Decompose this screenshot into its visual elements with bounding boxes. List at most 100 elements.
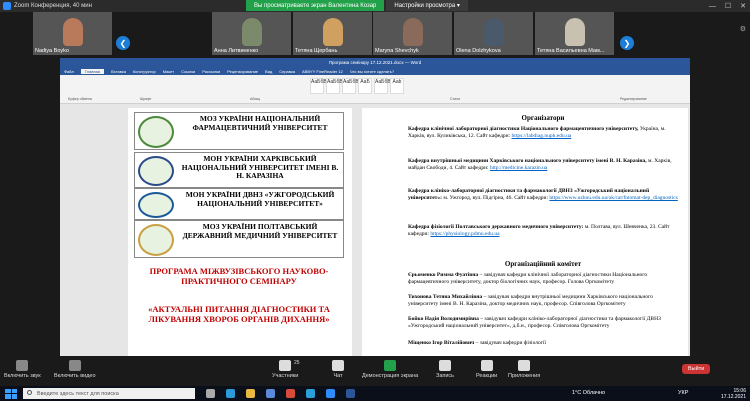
word-tab[interactable]: Что вы хотите сделать? [350,69,394,74]
university-name: МОН УКРАЇНИ ДВНЗ «УЖГОРОДСЬКИЙ НАЦІОНАЛЬ… [185,190,335,208]
committee-member: Тихонова Тетяна Михайлівна – завідувач к… [408,294,678,308]
zoom-icon[interactable] [326,389,335,398]
word-tab[interactable]: Справка [279,69,295,74]
telegram-icon[interactable] [306,389,315,398]
style-swatch[interactable]: АаБбВ [374,78,391,94]
explorer-icon[interactable] [246,389,255,398]
record-icon [439,360,452,371]
search-icon [27,390,32,395]
edge-icon[interactable] [226,389,235,398]
reactions-button[interactable]: Реакции [476,360,497,379]
participant-name: Olena Dolzhykova [456,48,501,54]
organizer-name: Кафедра внутрішньої медицини Харківськог… [408,158,647,164]
style-swatch[interactable]: Aab [390,78,404,94]
document-page-left: ПРОГРАМА МІЖВУЗІВСЬКОГО НАУКОВО-ПРАКТИЧН… [128,108,352,356]
view-options-button[interactable]: Настройки просмотра ▾ [386,0,468,11]
participant-name: Тетяна Васильевна Мам... [537,48,605,54]
university-block: МОЗ УКРАЇНИ НАЦІОНАЛЬНИЙ ФАРМАЦЕВТИЧНИЙ … [134,112,344,150]
word-tab[interactable]: Рецензирование [227,69,258,74]
control-label: Участники [272,373,299,379]
window-controls: — ☐ ✕ [709,0,746,12]
windows-taskbar: Введите здесь текст для поиска 1°C Облач… [0,386,750,401]
member-name: Бойко Надія Володимирівна [408,316,479,322]
participant-name: Maryna Shevchyk [375,48,419,54]
chat-icon [332,360,344,371]
store-icon[interactable] [266,389,275,398]
word-icon[interactable] [346,389,355,398]
next-page-arrow-icon[interactable]: ❯ [620,36,634,50]
unmute-icon [16,360,29,371]
participant-tile[interactable]: Nadiya Boyko [33,12,112,55]
participant-tile[interactable]: Анна Литвиненко [212,12,291,55]
search-placeholder: Введите здесь текст для поиска [37,390,119,397]
word-tab[interactable]: ABBYY FineReader 12 [302,69,343,74]
style-swatch[interactable]: АаБ [358,78,372,94]
task-view-icon[interactable] [206,389,215,398]
start-video-icon [68,360,81,371]
organizer-entry: Кафедра клінічної лабораторної діагности… [408,126,678,140]
university-block: МОН УКРАЇНИ ДВНЗ «УЖГОРОДСЬКИЙ НАЦІОНАЛЬ… [134,188,344,220]
committee-member: Єрьоменко Римма Фуатівна – завідувач каф… [408,272,678,286]
participant-video [241,18,262,46]
word-tab[interactable]: Рассылки [202,69,220,74]
word-ribbon: АаБбВ АаБбВ АаБбВ АаБ АаБбВ Aab Буфер обмена … [60,75,690,104]
participant-video [483,18,504,46]
participant-name: Анна Литвиненко [214,48,259,54]
record-button[interactable]: Запись [436,360,454,379]
participants-icon [279,360,292,371]
participant-video [322,18,343,46]
site-link[interactable]: https://physiology.pdmu.edu.ua [430,231,499,237]
apps-button[interactable]: Приложения [508,360,540,379]
word-tab[interactable]: Конструктор [133,69,156,74]
start-icon[interactable] [5,388,17,399]
participant-tile[interactable]: Тетяна Васильевна Мам... [535,12,614,55]
organizer-entry: Кафедра клініко-лабораторної діагностики… [408,188,678,202]
participant-tile[interactable]: Olena Dolzhykova [454,12,533,55]
zoom-titlebar: Zoom Конференция, 40 мин Вы просматривае… [0,0,750,12]
taskbar-search-input[interactable]: Введите здесь текст для поиска [23,388,195,399]
word-tab[interactable]: Файл [64,69,74,74]
style-swatch[interactable]: АаБбВ [326,78,343,94]
participant-strip: ❮ Nadiya Boyko Анна Литвиненко Тетяна Щерб… [0,12,750,56]
group-edit: Редактирование [620,97,647,101]
committee-member: Бойко Надія Володимирівна – завідувач ка… [408,316,678,330]
prev-page-arrow-icon[interactable]: ❮ [116,36,130,50]
word-tab[interactable]: Главная [80,68,105,74]
language-indicator[interactable]: УКР [678,390,688,396]
participants-button[interactable]: 25 Участники [272,360,300,379]
participant-count: 25 [294,360,300,366]
group-clipboard: Буфер обмена [68,97,92,101]
minimize-icon[interactable]: — [709,3,716,10]
weather-widget[interactable]: 1°C Облачно [572,390,605,396]
site-link[interactable]: https://labdiag.nuph.edu.ua [512,133,572,139]
chat-button[interactable]: Чат [332,360,344,379]
start-video-button[interactable]: Включить видео [54,360,96,379]
style-swatch[interactable]: АаБбВ [310,78,327,94]
site-link[interactable]: https://www.uzhnu.edu.ua/uk/cat/fntomat-… [549,195,677,201]
word-tab[interactable]: Вставка [111,69,126,74]
chrome-icon[interactable] [286,389,295,398]
unmute-button[interactable]: Включить звук [4,360,41,379]
participant-name: Тетяна Щербань [295,48,338,54]
word-tab[interactable]: Вид [265,69,272,74]
close-icon[interactable]: ✕ [740,2,746,10]
university-name: МОН УКРАЇНИ ХАРКІВСЬКИЙ НАЦІОНАЛЬНИЙ УНІ… [181,154,339,180]
committee-member: Міщенко Ігор Віталійович – завідувач каф… [408,340,678,347]
group-paragraph: Абзац [250,97,260,101]
word-tab[interactable]: Макет [163,69,174,74]
share-screen-button[interactable]: Демонстрация экрана [362,360,418,379]
control-label: Реакции [476,373,498,379]
style-swatch[interactable]: АаБбВ [342,78,359,94]
clock[interactable]: 15:06 17.12.2021 [721,388,746,400]
maximize-icon[interactable]: ☐ [725,2,731,10]
gallery-settings-icon[interactable]: ⚙ [740,25,746,33]
word-tab[interactable]: Ссылки [181,69,195,74]
participant-tile[interactable]: Тетяна Щербань [293,12,372,55]
control-label: Запись [436,373,455,379]
leave-button[interactable]: Выйти [682,364,711,374]
site-link[interactable]: http://medicine.karazin.ua [490,165,547,171]
control-label: Чат [333,373,343,379]
share-screen-icon [384,360,397,371]
organizer-name: Кафедра фізіології Полтавського державно… [408,224,584,230]
participant-tile[interactable]: Maryna Shevchyk [373,12,452,55]
